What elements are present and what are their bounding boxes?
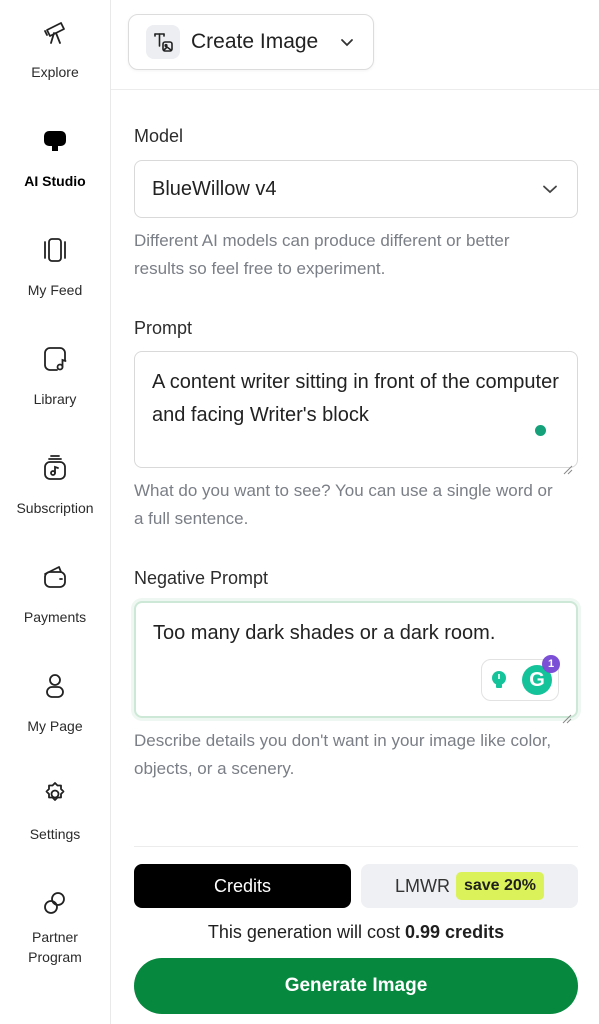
divider xyxy=(134,846,578,847)
sidebar-item-partner-program[interactable]: Partner Program xyxy=(0,889,110,967)
subscription-icon xyxy=(41,454,69,482)
resize-handle-icon[interactable] xyxy=(563,453,573,475)
partner-icon xyxy=(41,889,69,917)
save-badge: save 20% xyxy=(455,872,545,900)
cost-text: This generation will cost 0.99 credits xyxy=(134,922,578,943)
negative-prompt-label: Negative Prompt xyxy=(134,568,269,588)
prompt-textarea[interactable]: A content writer sitting in front of the… xyxy=(134,351,578,475)
library-icon xyxy=(41,345,69,373)
telescope-icon xyxy=(41,18,69,46)
prompt-text: A content writer sitting in front of the… xyxy=(152,371,559,426)
generate-image-label: Generate Image xyxy=(284,975,428,996)
feed-icon xyxy=(41,236,69,264)
partner-label-line2: Program xyxy=(28,949,82,965)
model-value: BlueWillow v4 xyxy=(152,177,277,200)
credits-tab[interactable]: Credits xyxy=(134,864,351,908)
model-help-text: Different AI models can produce differen… xyxy=(134,231,510,278)
sidebar-item-label: Subscription xyxy=(16,500,94,516)
resize-handle-icon[interactable] xyxy=(562,702,572,724)
notification-badge: 1 xyxy=(542,655,560,673)
sidebar-item-subscription[interactable]: Subscription xyxy=(0,454,110,518)
negative-prompt-help-text: Describe details you don't want in your … xyxy=(134,731,552,778)
partner-label-line1: Partner xyxy=(32,929,78,945)
grammarly-logo-icon[interactable]: G 1 xyxy=(522,655,560,695)
chevron-down-icon xyxy=(541,180,559,198)
model-select[interactable]: BlueWillow v4 xyxy=(134,160,578,218)
sidebar: Explore AI Studio My Feed Library Subscr… xyxy=(0,0,111,1024)
sidebar-item-settings[interactable]: Settings xyxy=(0,780,110,844)
negative-prompt-text: Too many dark shades or a dark room. xyxy=(153,622,496,644)
sidebar-item-my-page[interactable]: My Page xyxy=(0,672,110,736)
generate-image-button[interactable]: Generate Image xyxy=(134,958,578,1014)
model-label: Model xyxy=(134,126,184,146)
sidebar-item-explore[interactable]: Explore xyxy=(0,18,110,82)
cost-value: 0.99 credits xyxy=(405,922,505,942)
divider xyxy=(111,89,599,90)
status-dot xyxy=(535,425,546,436)
sidebar-item-library[interactable]: Library xyxy=(0,345,110,409)
prompt-help-text: What do you want to see? You can use a s… xyxy=(134,481,553,528)
ai-studio-icon xyxy=(41,127,69,155)
mode-dropdown[interactable]: Create Image xyxy=(128,14,374,70)
wallet-icon xyxy=(41,563,69,591)
sidebar-item-my-feed[interactable]: My Feed xyxy=(0,236,110,300)
sidebar-item-label: Settings xyxy=(29,826,81,842)
sidebar-item-payments[interactable]: Payments xyxy=(0,563,110,627)
lightbulb-icon[interactable] xyxy=(488,669,510,691)
prompt-label: Prompt xyxy=(134,318,193,338)
lmwr-tab[interactable]: LMWR save 20% xyxy=(361,864,578,908)
lmwr-tab-label: LMWR xyxy=(394,875,450,896)
main-panel: Create Image Model BlueWillow v4 Differe… xyxy=(111,0,599,1024)
sidebar-item-ai-studio[interactable]: AI Studio xyxy=(0,127,110,191)
gear-icon xyxy=(41,780,69,808)
sidebar-item-label: Library xyxy=(33,391,77,407)
sidebar-item-label: Payments xyxy=(23,609,87,625)
credits-tab-label: Credits xyxy=(213,875,271,896)
text-to-image-icon xyxy=(146,25,180,59)
grammarly-widget[interactable]: G 1 xyxy=(481,655,560,701)
cost-prefix: This generation will cost xyxy=(207,922,400,942)
sidebar-item-label: Explore xyxy=(31,64,79,80)
sidebar-item-label: My Feed xyxy=(27,282,83,298)
chevron-down-icon xyxy=(339,34,355,50)
user-icon xyxy=(41,672,69,700)
negative-prompt-textarea[interactable]: Too many dark shades or a dark room. G 1 xyxy=(134,601,578,724)
sidebar-item-label: My Page xyxy=(27,718,83,734)
sidebar-item-label: AI Studio xyxy=(24,173,86,189)
sidebar-item-label: Partner Program xyxy=(0,927,110,967)
mode-label: Create Image xyxy=(191,30,319,53)
